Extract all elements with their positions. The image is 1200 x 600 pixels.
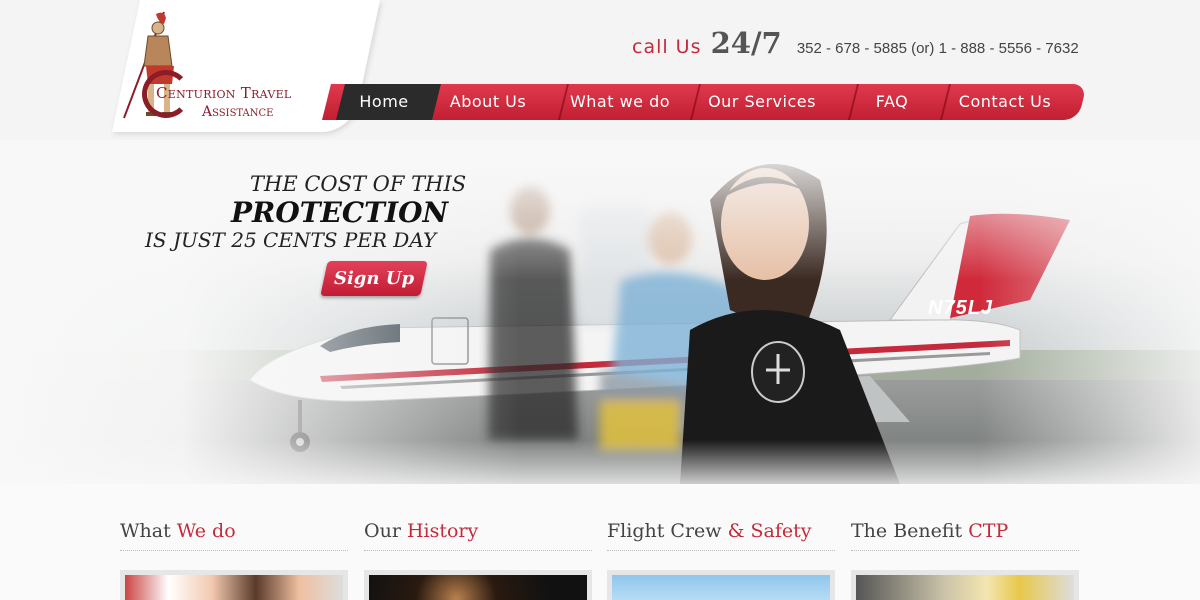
logo[interactable]: Centurion Travel Assistance [112,0,332,132]
logo-text-main: Centurion Travel [156,84,292,102]
section-title-accent: History [406,520,479,542]
hero-fade-right [980,140,1200,484]
logo-text-sub: Assistance [202,104,274,120]
section-title: What We do [120,520,348,551]
nav-our-services[interactable]: Our Services [692,84,832,120]
thumbnail-image [856,575,1074,600]
section-our-history[interactable]: Our History [364,520,592,600]
thumbnail-image [612,575,830,600]
section-thumbnail[interactable] [120,570,348,600]
section-title-main: What [120,520,171,542]
section-title-accent: & Safety [727,520,812,542]
section-benefit-ctp[interactable]: The Benefit CTP [851,520,1079,600]
hero-headline-line3: IS JUST 25 CENTS PER DAY [145,228,437,252]
nav-what-we-do[interactable]: What we do [558,84,682,120]
thumbnail-image [369,575,587,600]
phone-numbers[interactable]: 352 - 678 - 5885 (or) 1 - 888 - 5556 - 7… [797,40,1079,57]
nav-home[interactable]: Home [334,84,434,120]
site-header: Centurion Travel Assistance call Us 24/7… [0,0,1200,140]
section-title-main: Our [364,520,401,542]
section-title-accent: CTP [968,520,1009,542]
section-thumbnail[interactable] [364,570,592,600]
thumbnail-image [125,575,343,600]
hero-headline-line2: PROTECTION [231,196,449,229]
section-thumbnail[interactable] [851,570,1079,600]
section-thumbnail[interactable] [607,570,835,600]
call-us-label: call Us [632,36,702,58]
section-title: Flight Crew & Safety [607,520,835,551]
call-us-hours: 24/7 [710,26,782,60]
hero-banner: N75LJ THE COST OF THIS PROTECTION IS JUS… [0,140,1200,484]
hero-fade-bottom [0,440,1200,484]
main-nav: Home About Us What we do Our Services FA… [322,84,1087,120]
section-what-we-do[interactable]: What We do [120,520,348,600]
section-title: The Benefit CTP [851,520,1079,551]
nav-faq[interactable]: FAQ [852,84,932,120]
signup-button-label[interactable]: Sign Up [324,261,424,296]
section-title-main: Flight Crew [607,520,722,542]
feature-sections: What We do Our History Flight Crew & Saf… [0,484,1200,600]
hero-headline-line1: THE COST OF THIS [250,172,467,196]
contact-bar: call Us 24/7 352 - 678 - 5885 (or) 1 - 8… [632,26,1079,62]
section-title-main: The Benefit [851,520,963,542]
section-flight-crew-safety[interactable]: Flight Crew & Safety [607,520,835,600]
section-title: Our History [364,520,592,551]
section-title-accent: We do [176,520,236,542]
nav-contact-us[interactable]: Contact Us [942,84,1068,120]
nav-about-us[interactable]: About Us [438,84,538,120]
